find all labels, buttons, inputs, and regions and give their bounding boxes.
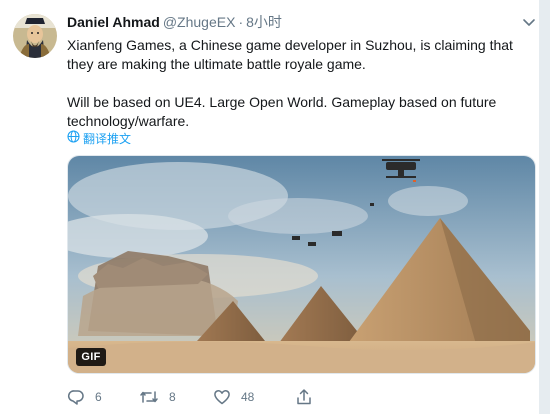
gif-badge: GIF <box>76 348 106 366</box>
share-button[interactable] <box>295 388 313 406</box>
retweet-icon <box>139 388 159 406</box>
author-handle[interactable]: @ZhugeEX <box>163 14 236 30</box>
pyramid-scene-image <box>68 156 535 373</box>
tweet-header: Daniel Ahmad @ZhugeEX · 8小时 <box>67 13 282 31</box>
translate-label: 翻译推文 <box>83 131 132 146</box>
like-count: 48 <box>241 390 255 404</box>
tweet-paragraph: Will be based on UE4. Large Open World. … <box>67 94 497 129</box>
share-icon <box>295 388 313 406</box>
reply-icon <box>67 388 85 406</box>
translate-tweet-link[interactable]: 翻译推文 <box>67 130 131 147</box>
tweet-text: Xianfeng Games, a Chinese game developer… <box>67 36 527 131</box>
tweet-paragraph: Xianfeng Games, a Chinese game developer… <box>67 37 513 72</box>
reply-count: 6 <box>95 390 102 404</box>
like-icon <box>213 388 231 406</box>
tweet-card[interactable]: Daniel Ahmad @ZhugeEX · 8小时 Xianfeng Games,… <box>0 0 550 414</box>
caret-down-icon[interactable] <box>521 14 537 30</box>
author-name[interactable]: Daniel Ahmad <box>67 14 160 30</box>
right-scroll-rail <box>539 0 550 414</box>
globe-icon <box>67 130 80 147</box>
retweet-count: 8 <box>169 390 176 404</box>
separator-dot: · <box>238 14 244 30</box>
retweet-button[interactable]: 8 <box>139 388 176 406</box>
timestamp[interactable]: 8小时 <box>246 14 282 30</box>
reply-button[interactable]: 6 <box>67 388 102 406</box>
like-button[interactable]: 48 <box>213 388 254 406</box>
gif-media[interactable]: GIF <box>67 155 536 374</box>
avatar[interactable] <box>13 14 57 58</box>
